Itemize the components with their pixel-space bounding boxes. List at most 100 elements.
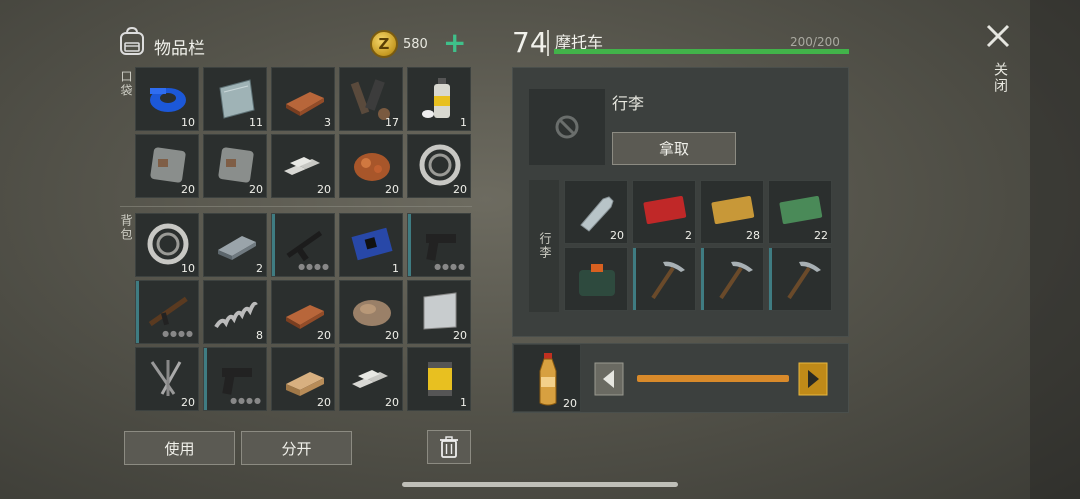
pocket-slot[interactable]: 20 [271,134,335,198]
green-coupon-icon [779,196,823,225]
pocket-slot[interactable]: 20 [135,134,199,198]
vehicle-slot[interactable]: 20 [564,180,628,244]
vehicle-slot[interactable] [632,247,696,311]
vehicle-number: 74 [512,26,548,59]
item-count: 11 [249,116,263,129]
pocket-slot[interactable]: 20 [407,134,471,198]
home-indicator[interactable] [402,482,678,487]
durability-dots: ●●●● [298,262,330,271]
backpack-slot[interactable]: ●●●● [135,280,199,344]
pocket-slot[interactable]: 11 [203,67,267,131]
rusty-plate-icon [218,147,254,183]
durability-dots: ●●●● [230,396,262,405]
equipped-marker [272,214,275,276]
trash-button[interactable] [427,430,471,464]
item-count: 20 [181,396,195,409]
steel-sheet-icon [423,292,457,330]
equipped-marker [701,248,704,310]
item-count: 20 [385,329,399,342]
item-count: 1 [460,116,467,129]
backpack-slot[interactable]: 10 [135,213,199,277]
bearing-icon [147,223,189,265]
medkit-bag-icon [579,264,615,296]
backpack-label: 背包 [119,214,133,242]
item-count: 22 [814,229,828,242]
vehicle-slot[interactable] [564,247,628,311]
close-label[interactable]: 关闭 [990,62,1010,94]
copper-bar-icon [286,305,324,329]
item-count: 20 [453,183,467,196]
metal-plate-icon [219,79,255,119]
item-count: 1 [392,262,399,275]
backpack-slot[interactable]: 20 [339,280,403,344]
item-count: 20 [317,329,331,342]
vehicle-slot[interactable]: 2 [632,180,696,244]
transfer-amount-slider[interactable] [637,375,789,382]
backpack-slot[interactable]: ●●●● [203,347,267,411]
pocket-slot[interactable]: 10 [135,67,199,131]
backpack-slot[interactable]: 1 [407,347,471,411]
aluminum-bars-icon [352,370,388,388]
vehicle-slot[interactable] [768,247,832,311]
rusty-plate-icon [150,147,186,183]
vehicle-slot[interactable]: 22 [768,180,832,244]
equipped-marker [633,248,636,310]
close-icon[interactable] [984,22,1012,50]
backpack-slot[interactable]: 20 [271,280,335,344]
tape-icon [150,88,186,112]
oil-filter-icon [428,362,452,396]
transfer-item-slot[interactable]: 20 [513,344,581,412]
steel-bar-icon [218,236,256,260]
bearing-icon [419,144,461,186]
circuit-board-icon [351,227,393,261]
decrease-arrow-button[interactable] [594,362,624,396]
no-item-icon [555,115,579,139]
durability-dots: ●●●● [434,262,466,271]
item-count: 20 [610,229,624,242]
backpack-slot[interactable]: ●●●● [407,213,471,277]
item-count: 28 [746,229,760,242]
vehicle-slot[interactable]: 28 [700,180,764,244]
rifle-icon [286,230,323,262]
backpack-slot[interactable]: 20 [339,347,403,411]
pocket-slot[interactable]: 3 [271,67,335,131]
pocket-label: 口袋 [119,70,133,98]
backpack-slot[interactable]: 8 [203,280,267,344]
item-count: 10 [181,116,195,129]
use-button[interactable]: 使用 [124,431,235,465]
pocket-slot[interactable]: 17 [339,67,403,131]
coin-amount: 580 [403,37,428,52]
item-count: 1 [460,396,467,409]
pistol-icon [222,368,252,395]
add-coins-button[interactable]: + [443,26,466,60]
item-count: 2 [256,262,263,275]
item-count: 20 [317,396,331,409]
item-count: 20 [249,183,263,196]
pocket-slot[interactable]: 20 [339,134,403,198]
vehicle-slot[interactable] [700,247,764,311]
pocket-slot[interactable]: 1 [407,67,471,131]
backpack-slot[interactable]: 20 [407,280,471,344]
split-button[interactable]: 分开 [241,431,352,465]
vehicle-capacity: 200/200 [790,35,840,49]
vehicle-capacity-bar [554,49,849,54]
backpack-slot[interactable]: ●●●● [271,213,335,277]
backpack-slot[interactable]: 20 [271,347,335,411]
luggage-title: 行李 [612,94,645,113]
backpack-slot[interactable]: 1 [339,213,403,277]
yellow-coupon-icon [711,196,755,225]
item-count: 20 [385,183,399,196]
red-coupon-icon [643,196,687,225]
vehicle-capacity-fill [554,49,849,54]
nails-icon [150,360,182,396]
increase-arrow-button[interactable] [798,362,828,396]
pickaxe-icon [787,261,821,300]
rock-ore-icon [353,300,391,326]
pocket-slot[interactable]: 20 [203,134,267,198]
backpack-slot[interactable]: 20 [135,347,199,411]
machine-parts-icon [350,79,390,120]
backpack-slot[interactable]: 2 [203,213,267,277]
take-button[interactable]: 拿取 [612,132,736,165]
trash-icon [440,436,458,458]
item-count: 17 [385,116,399,129]
